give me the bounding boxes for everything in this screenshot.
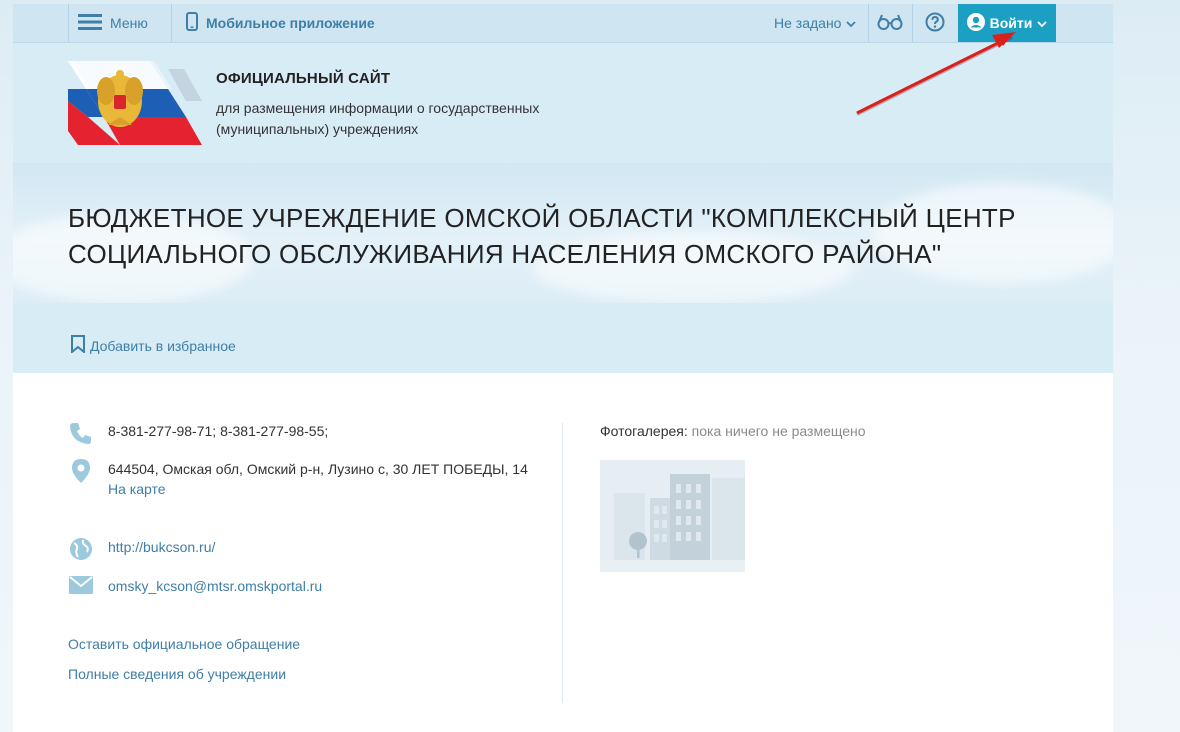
site-logo[interactable] [68,61,203,145]
address-block: 644504, Омская обл, Омский р-н, Лузино с… [108,459,528,499]
phone-icon [68,421,94,445]
address-text: 644504, Омская обл, Омский р-н, Лузино с… [108,461,528,477]
chevron-down-icon [846,15,857,31]
gallery-title: Фотогалерея: [600,423,688,439]
menu-label: Меню [110,15,148,31]
mail-icon [68,576,94,596]
email-link[interactable]: omsky_kcson@mtsr.omskportal.ru [108,576,322,596]
gallery-status: пока ничего не размещено [691,423,866,439]
menu-icon [78,13,102,34]
menu-button[interactable]: Меню [78,4,148,42]
globe-icon [68,537,94,561]
login-button[interactable]: Войти [958,4,1056,42]
chevron-down-icon [1037,15,1047,31]
email-row: omsky_kcson@mtsr.omskportal.ru [68,576,322,596]
phone-icon [186,12,198,34]
org-details: 8-381-277-98-71; 8-381-277-98-55; 644504… [13,373,1113,732]
region-select[interactable]: Не задано [774,4,857,42]
help-icon [925,12,945,35]
site-header: ОФИЦИАЛЬНЫЙ САЙТ для размещения информац… [13,43,1113,163]
divider [868,4,869,42]
appeal-link[interactable]: Оставить официальное обращение [68,636,300,652]
site-title: ОФИЦИАЛЬНЫЙ САЙТ [216,70,391,87]
phone-text: 8-381-277-98-71; 8-381-277-98-55; [108,423,329,439]
glasses-icon [877,13,903,34]
full-info-link[interactable]: Полные сведения об учреждении [68,666,286,682]
favorites-strip: Добавить в избранное [13,303,1113,373]
map-link[interactable]: На карте [108,479,528,499]
mobile-app-label: Мобильное приложение [206,15,375,31]
gallery-placeholder-image [600,460,745,572]
add-favorite-label: Добавить в избранное [90,337,236,354]
divider [68,4,69,42]
site-subtitle: для размещения информации о государствен… [216,100,540,137]
website-link[interactable]: http://bukcson.ru/ [108,537,215,561]
gallery-label: Фотогалерея: пока ничего не размещено [600,423,866,439]
org-name: БЮДЖЕТНОЕ УЧРЕЖДЕНИЕ ОМСКОЙ ОБЛАСТИ "КОМ… [68,203,1016,269]
website-row: http://bukcson.ru/ [68,537,215,561]
add-favorite-link[interactable]: Добавить в избранное [70,335,236,356]
address-row: 644504, Омская обл, Омский р-н, Лузино с… [68,459,528,499]
login-label: Войти [989,15,1033,31]
page: Меню Мобильное приложение Не задано Войт… [13,4,1113,732]
mobile-app-link[interactable]: Мобильное приложение [186,4,375,42]
user-icon [966,12,985,34]
help-button[interactable] [925,4,945,42]
divider [171,4,172,42]
top-bar: Меню Мобильное приложение Не задано Войт… [13,4,1113,43]
accessibility-button[interactable] [877,4,903,42]
region-label: Не задано [774,15,842,31]
phone-row: 8-381-277-98-71; 8-381-277-98-55; [68,421,328,445]
org-banner: БЮДЖЕТНОЕ УЧРЕЖДЕНИЕ ОМСКОЙ ОБЛАСТИ "КОМ… [13,163,1113,303]
column-divider [562,423,563,703]
bookmark-icon [70,335,86,356]
divider [912,4,913,42]
location-icon [68,459,94,499]
